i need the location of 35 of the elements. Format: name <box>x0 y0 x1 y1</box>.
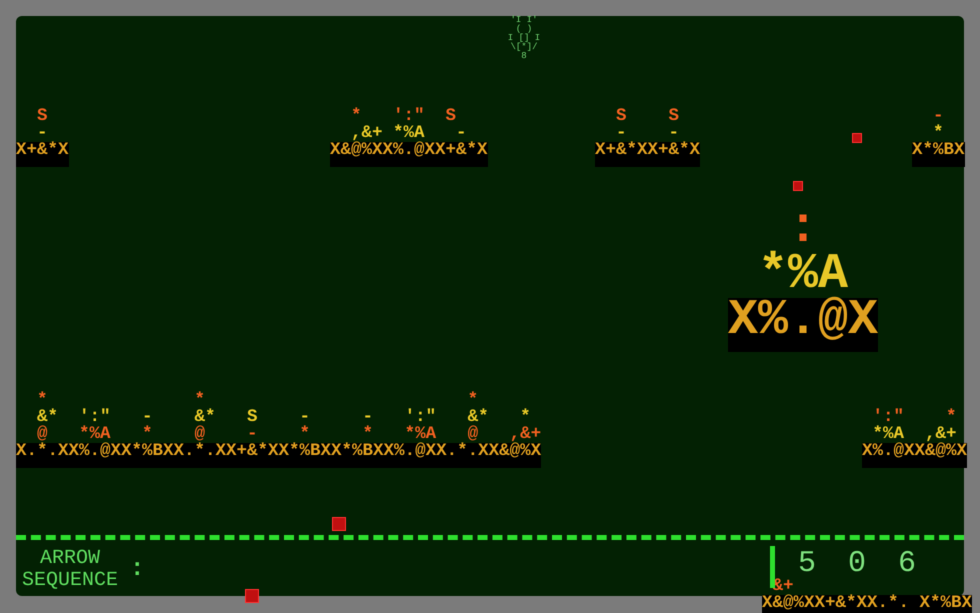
platform-glyphs: X+&*XX+&*X <box>595 142 700 167</box>
player-sprite: 'I I' ( ) I [] I \[*]/ 8 <box>506 16 542 61</box>
stacked-glyphs: ,&+ *%A - <box>351 125 467 142</box>
platform-glyphs: X%.@XX&@%X <box>862 443 968 468</box>
meter-bar <box>770 546 775 588</box>
hud-label: ARROW <box>40 548 100 570</box>
stacked-glyphs: : <box>788 206 818 252</box>
platform-glyphs: X.*.XX%.@XX*%BXX.*.XX+&*XX*%BXX*%BXX%.@XX.*.XX&@%X <box>16 443 542 468</box>
stacked-glyphs: - <box>37 125 48 142</box>
stacked-glyphs: ':" * <box>872 409 957 426</box>
block-icon <box>793 181 803 191</box>
platform-glyphs: X&@%XX+&*XX.*. X*%BX <box>762 595 972 613</box>
platform-glyphs: X+&*X <box>16 142 69 167</box>
stacked-glyphs: * <box>933 125 944 142</box>
block-icon <box>332 517 346 531</box>
stacked-glyphs: * * * <box>36 392 478 409</box>
block-icon <box>852 133 862 143</box>
stacked-glyphs: - <box>932 108 944 125</box>
stacked-glyphs: *%A <box>758 252 848 298</box>
platform-glyphs: X*%BX <box>912 142 965 167</box>
hud-label: SEQUENCE <box>22 570 118 592</box>
hud-separator: : <box>130 555 144 585</box>
stacked-glyphs: S S <box>615 108 680 125</box>
stacked-glyphs: * ':" S <box>350 108 456 125</box>
score-digit: 6 <box>898 546 916 582</box>
block-icon <box>245 589 259 603</box>
score-digit: 0 <box>848 546 866 582</box>
stacked-glyphs: *%A ,&+ <box>872 426 957 443</box>
stacked-glyphs: S <box>36 108 48 125</box>
stacked-glyphs: &* ':" - &* S - - ':" &* * <box>36 409 531 426</box>
platform-glyphs: X%.@X <box>728 298 878 352</box>
platform-glyphs: X&@%XX%.@XX+&*X <box>330 142 488 167</box>
stacked-glyphs: @ *%A * @ - * * *%A @ ,&+ <box>37 426 542 443</box>
score-digit: 5 <box>798 546 816 582</box>
stacked-glyphs: - - <box>616 125 680 142</box>
